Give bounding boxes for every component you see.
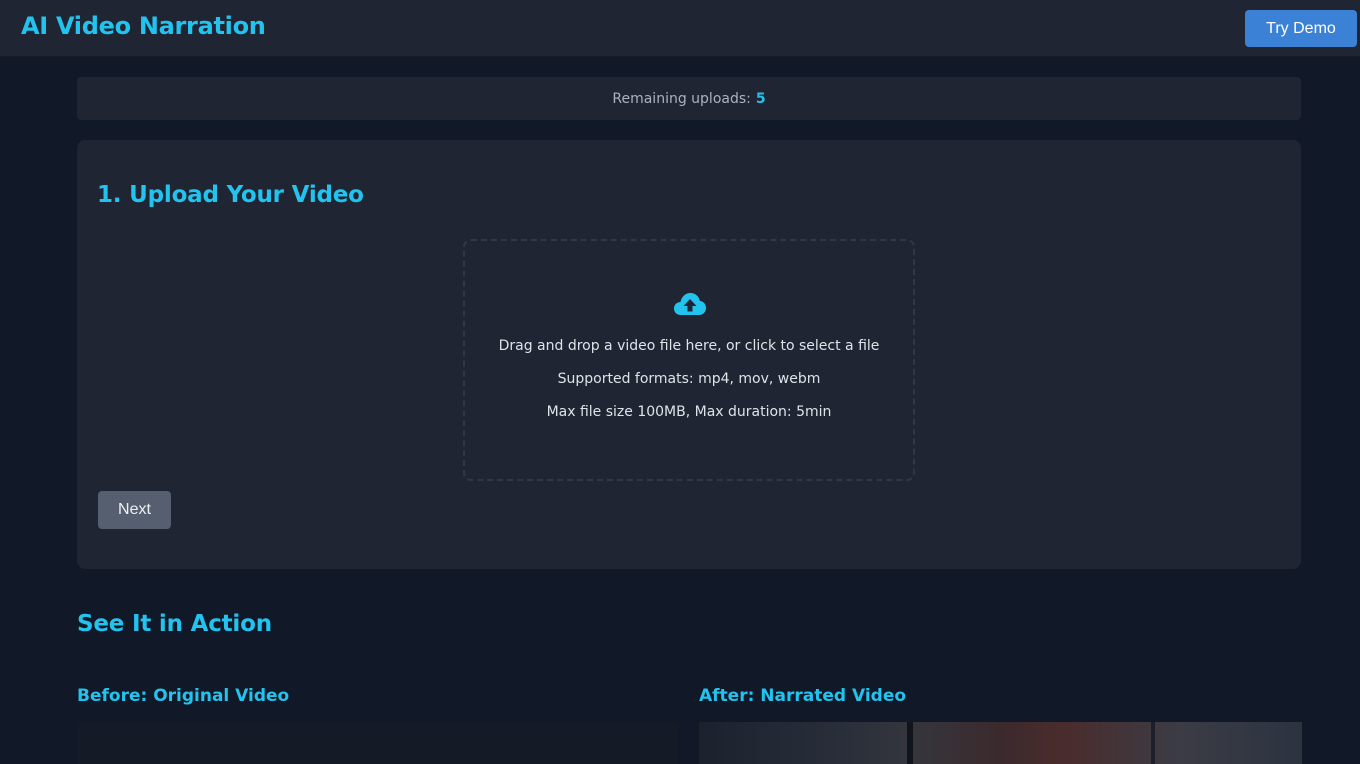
video-dropzone[interactable]: Drag and drop a video file here, or clic…: [463, 239, 915, 481]
video-frame-detail: [1151, 722, 1155, 764]
app-title: AI Video Narration: [21, 12, 266, 40]
before-video-label: Before: Original Video: [77, 686, 290, 706]
dropzone-instructions: Drag and drop a video file here, or clic…: [498, 338, 880, 354]
original-video-player[interactable]: [77, 722, 677, 764]
remaining-uploads-banner: Remaining uploads: 5: [77, 77, 1301, 120]
next-button[interactable]: Next: [98, 491, 171, 529]
app-header: AI Video Narration Try Demo: [0, 0, 1360, 57]
upload-step-title: 1. Upload Your Video: [97, 182, 364, 208]
supported-formats-text: Supported formats: mp4, mov, webm: [557, 371, 821, 387]
after-video-label: After: Narrated Video: [699, 686, 907, 706]
upload-step-card: 1. Upload Your Video Drag and drop a vid…: [77, 140, 1301, 569]
try-demo-button[interactable]: Try Demo: [1245, 10, 1357, 47]
video-frame-detail: [907, 722, 913, 764]
file-limits-text: Max file size 100MB, Max duration: 5min: [546, 404, 832, 420]
remaining-uploads-count: 5: [755, 90, 766, 107]
remaining-uploads-label: Remaining uploads:: [612, 90, 751, 107]
narrated-video-player[interactable]: [699, 722, 1302, 764]
demo-section-title: See It in Action: [77, 611, 272, 637]
cloud-upload-icon: [674, 293, 706, 315]
